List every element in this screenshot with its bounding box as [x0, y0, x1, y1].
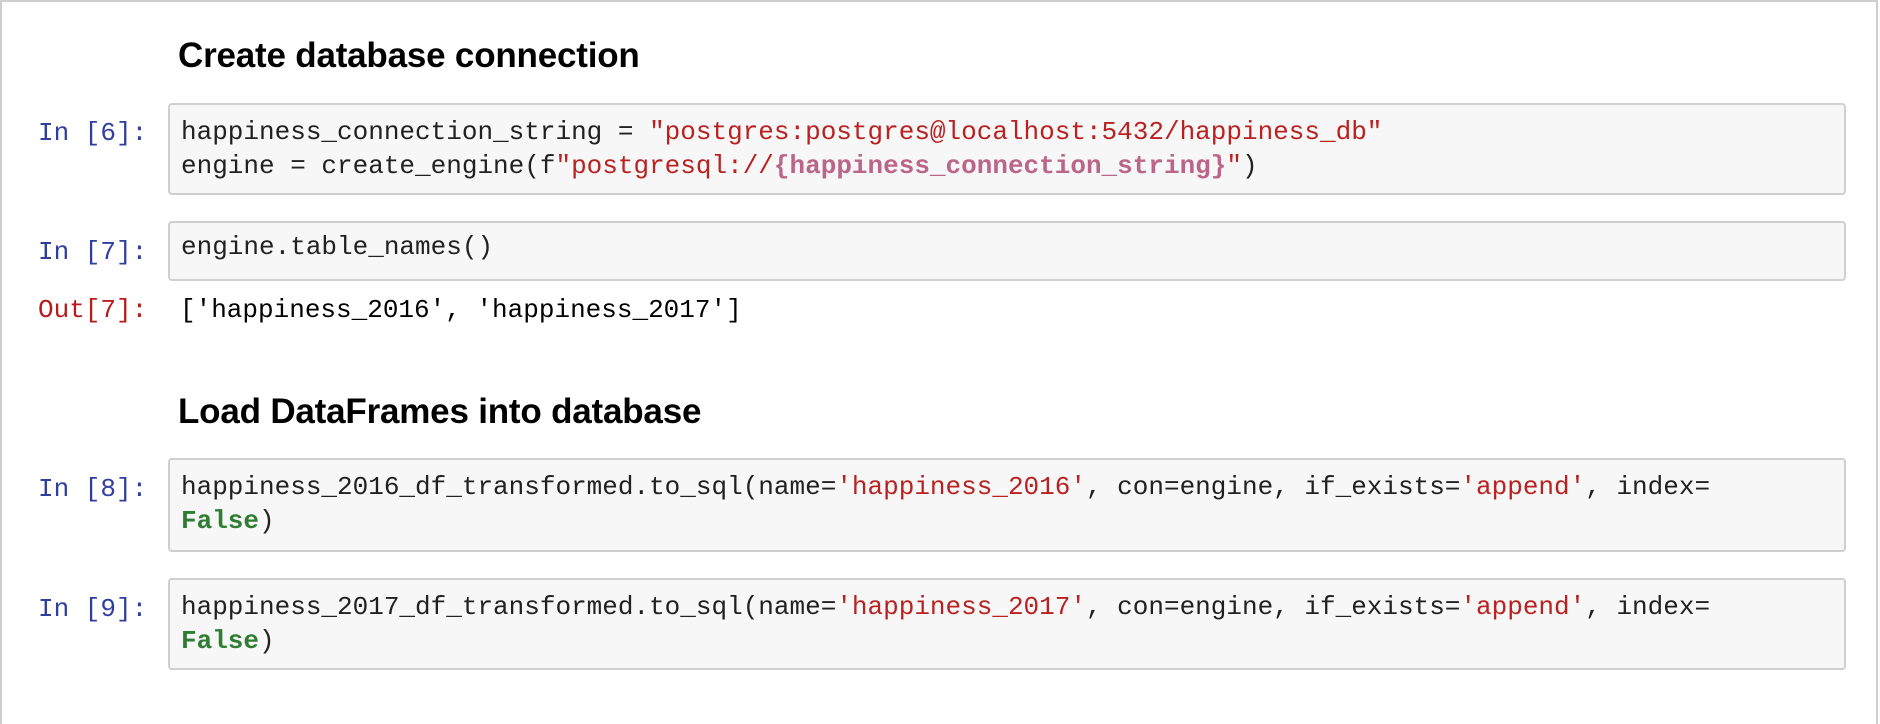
cell-9-code-editor[interactable]: happiness_2017_df_transformed.to_sql(nam…: [168, 578, 1846, 670]
code-interpolation: {happiness_connection_string}: [773, 151, 1227, 181]
cell-6-code-line-2: engine = create_engine(f"postgresql://{h…: [181, 149, 1834, 183]
code-keyword: False: [181, 506, 260, 536]
cell-9-input-prompt: In [9]:: [38, 594, 148, 624]
code-token: , index=: [1585, 472, 1711, 502]
code-token: engine = create_engine(f: [181, 151, 556, 181]
code-string: ": [1226, 151, 1242, 181]
code-string: "postgresql://: [555, 151, 774, 181]
code-string: 'happiness_2016': [836, 472, 1086, 502]
cell-6-code-line-1: happiness_connection_string = "postgres:…: [181, 115, 1834, 149]
code-string: 'append': [1460, 472, 1586, 502]
code-token: happiness_2016_df_transformed.to_sql(nam…: [181, 472, 837, 502]
cell-8-input-prompt: In [8]:: [38, 474, 148, 504]
cell-7-code-line-1: engine.table_names(): [181, 232, 494, 262]
code-token: ): [259, 506, 275, 536]
notebook-container: Create database connection In [6]: happi…: [0, 0, 1878, 724]
cell-6-input-prompt: In [6]:: [38, 118, 148, 148]
code-token: , index=: [1585, 592, 1711, 622]
code-string: 'append': [1460, 592, 1586, 622]
cell-8-code-editor[interactable]: happiness_2016_df_transformed.to_sql(nam…: [168, 458, 1846, 552]
cell-7-code-editor[interactable]: engine.table_names(): [168, 221, 1846, 281]
code-string: "postgres:postgres@localhost:5432/happin…: [649, 117, 1383, 147]
code-token: , con=engine, if_exists=: [1085, 592, 1461, 622]
code-keyword: False: [181, 626, 260, 656]
cell-7-input-prompt: In [7]:: [38, 237, 148, 267]
cell-7-output-prompt: Out[7]:: [38, 295, 148, 325]
cell-9-code-line-1: happiness_2017_df_transformed.to_sql(nam…: [181, 590, 1834, 624]
markdown-heading-load-dataframes: Load DataFrames into database: [178, 392, 702, 431]
code-string: 'happiness_2017': [836, 592, 1086, 622]
code-token: ): [1242, 151, 1258, 181]
cell-6-code-editor[interactable]: happiness_connection_string = "postgres:…: [168, 103, 1846, 195]
cell-9-code-line-2: False): [181, 624, 1834, 658]
code-token: , con=engine, if_exists=: [1085, 472, 1461, 502]
markdown-heading-create-connection: Create database connection: [178, 36, 640, 75]
code-token: ): [259, 626, 275, 656]
code-token: happiness_connection_string =: [181, 117, 650, 147]
code-token: happiness_2017_df_transformed.to_sql(nam…: [181, 592, 837, 622]
cell-8-code-line-2: False): [181, 504, 1834, 538]
cell-7-output: ['happiness_2016', 'happiness_2017']: [180, 295, 742, 325]
cell-8-code-line-1: happiness_2016_df_transformed.to_sql(nam…: [181, 470, 1834, 504]
